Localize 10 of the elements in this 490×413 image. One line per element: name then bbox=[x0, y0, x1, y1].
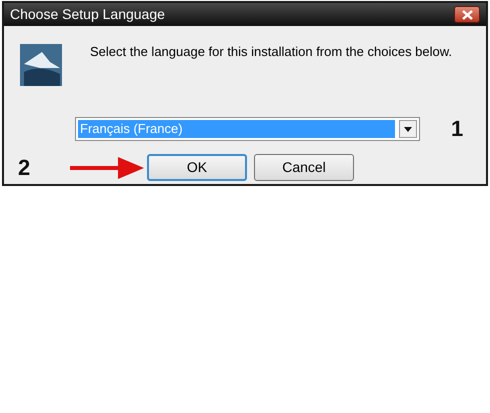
window-title: Choose Setup Language bbox=[10, 5, 165, 24]
instruction-text: Select the language for this installation from the choices below. bbox=[90, 43, 452, 61]
cancel-button[interactable]: Cancel bbox=[254, 154, 354, 181]
close-icon bbox=[462, 10, 472, 20]
selected-language: Français (France) bbox=[78, 120, 395, 138]
ok-button[interactable]: OK bbox=[147, 154, 247, 181]
step-number: 1 bbox=[451, 115, 464, 143]
close-button[interactable] bbox=[454, 6, 480, 23]
setup-logo-icon bbox=[20, 44, 62, 86]
step-number: 2 bbox=[18, 154, 32, 182]
